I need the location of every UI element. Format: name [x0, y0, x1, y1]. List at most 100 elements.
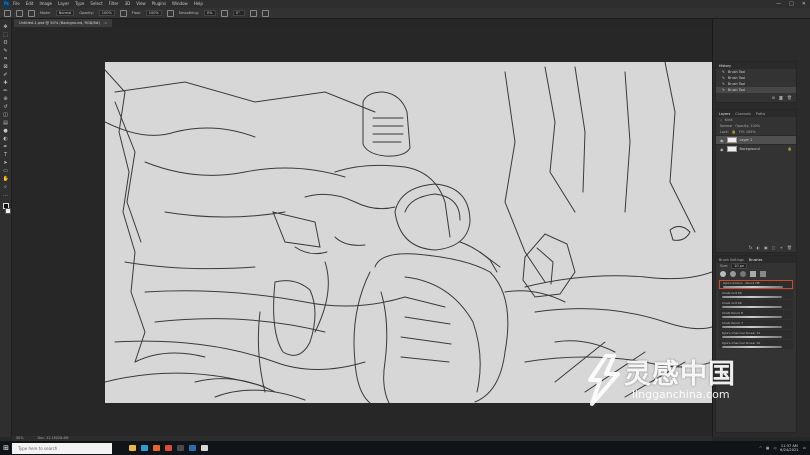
close-tab-icon[interactable]: × — [104, 19, 107, 27]
home-icon[interactable] — [4, 9, 11, 17]
tab-history[interactable]: History — [719, 64, 731, 68]
menu-image[interactable]: Image — [39, 0, 52, 8]
windows-start-icon[interactable]: ⊞ — [0, 441, 12, 455]
brush-preset[interactable]: Chalk Pencil 8 — [719, 310, 793, 319]
tab-layers[interactable]: Layers — [719, 112, 730, 116]
layer-row[interactable]: ◉ Background 🔒 — [716, 144, 796, 153]
group-icon[interactable]: ▢ — [772, 245, 776, 250]
pen-icon[interactable]: ✒ — [3, 144, 9, 150]
brush-preset[interactable]: Chalk Grit 60 — [719, 290, 793, 299]
fx-icon[interactable]: fx — [749, 245, 753, 250]
brush-preset[interactable]: Chalk Pencil 7 — [719, 320, 793, 329]
brush-preset[interactable]: Kyle's Charcoal Smear 12 — [719, 330, 793, 339]
blur-icon[interactable]: ● — [3, 128, 9, 134]
marquee-icon[interactable]: ⬚ — [3, 32, 9, 38]
brush-size-field[interactable]: 10 px — [731, 263, 747, 269]
obs-icon[interactable] — [174, 441, 186, 455]
eyedropper-icon[interactable]: ✐ — [3, 72, 9, 78]
brush-settings-icon[interactable] — [28, 9, 35, 17]
brush-tip-icon[interactable] — [720, 271, 726, 277]
maximize-button[interactable]: □ — [789, 0, 794, 8]
adjustment-layer-icon[interactable]: ◐ — [757, 245, 761, 250]
tab-brush-settings[interactable]: Brush Settings — [719, 258, 744, 262]
edge-icon[interactable] — [138, 441, 150, 455]
minimize-button[interactable]: — — [776, 0, 781, 8]
pressure-opacity-icon[interactable] — [119, 9, 127, 17]
menu-view[interactable]: View — [136, 0, 146, 8]
smoothing-field[interactable]: 0% — [203, 10, 216, 16]
hand-icon[interactable]: ✋ — [3, 176, 9, 182]
menu-window[interactable]: Window — [172, 0, 188, 8]
brush-tip-icon[interactable] — [750, 271, 756, 277]
path-select-icon[interactable]: ➤ — [3, 160, 9, 166]
tab-brushes[interactable]: Brushes — [749, 258, 763, 262]
blend-mode-select[interactable]: Normal — [720, 124, 732, 128]
menu-select[interactable]: Select — [90, 0, 102, 8]
menu-file[interactable]: File — [13, 0, 20, 8]
frame-icon[interactable]: ⊠ — [3, 64, 9, 70]
brush-icon[interactable]: ✏ — [3, 88, 9, 94]
smoothing-options-icon[interactable] — [220, 9, 228, 17]
menu-layer[interactable]: Layer — [58, 0, 69, 8]
lock-icon[interactable]: 🔒 — [732, 130, 736, 134]
menu-plugins[interactable]: Plugins — [152, 0, 166, 8]
pressure-size-icon[interactable] — [249, 9, 257, 17]
history-brush-icon[interactable]: ↺ — [3, 104, 9, 110]
clock[interactable]: 11:37 AM 6/24/2021 — [780, 444, 798, 453]
brush-tip-icon[interactable] — [740, 271, 746, 277]
brush-preset[interactable]: Kyle's Inkbox - Pencil HB — [719, 280, 793, 289]
menu-edit[interactable]: Edit — [26, 0, 34, 8]
canvas[interactable] — [105, 62, 712, 403]
mode-select[interactable]: Normal — [55, 10, 75, 16]
visibility-eye-icon[interactable]: ◉ — [720, 147, 724, 152]
tab-paths[interactable]: Paths — [756, 112, 765, 116]
visibility-eye-icon[interactable]: ◉ — [720, 138, 724, 143]
delete-layer-icon[interactable]: 🗑 — [787, 245, 792, 250]
brush-preset[interactable]: Chalk Grit 60 — [719, 300, 793, 309]
gradient-icon[interactable]: ▤ — [3, 120, 9, 126]
move-icon[interactable]: ✥ — [3, 24, 9, 30]
airbrush-icon[interactable] — [166, 9, 174, 17]
flow-field[interactable]: 100% — [145, 10, 162, 16]
file-explorer-icon[interactable] — [126, 441, 138, 455]
heal-icon[interactable]: ✚ — [3, 80, 9, 86]
more-icon[interactable]: … — [3, 192, 9, 198]
network-icon[interactable]: ▦ — [766, 446, 769, 450]
symmetry-icon[interactable] — [261, 9, 269, 17]
firefox-icon[interactable] — [150, 441, 162, 455]
menu-help[interactable]: Help — [194, 0, 203, 8]
shape-icon[interactable]: ▭ — [3, 168, 9, 174]
eraser-icon[interactable]: ◫ — [3, 112, 9, 118]
tray-chevron-icon[interactable]: ^ — [759, 446, 762, 450]
menu-type[interactable]: Type — [75, 0, 84, 8]
new-snapshot-icon[interactable]: ◙ — [779, 95, 783, 100]
layer-opacity[interactable]: Opacity: 100% — [735, 124, 760, 128]
taskbar-search-input[interactable]: Type here to search — [12, 442, 112, 454]
brush-tip-icon[interactable] — [730, 271, 736, 277]
dodge-icon[interactable]: ◐ — [3, 136, 9, 142]
brush-tip-icon[interactable] — [760, 271, 766, 277]
brush-preset[interactable]: Kyle's Charcoal Smear 16 — [719, 340, 793, 349]
notifications-icon[interactable]: ▭ — [803, 446, 806, 450]
delete-state-icon[interactable]: 🗑 — [787, 95, 792, 100]
volume-icon[interactable]: ◁ — [773, 446, 776, 450]
chrome-icon[interactable] — [162, 441, 174, 455]
new-document-from-state-icon[interactable]: ⊞ — [772, 95, 775, 100]
photoshop-icon[interactable] — [186, 441, 198, 455]
mask-icon[interactable]: ▣ — [764, 245, 768, 250]
quick-select-icon[interactable]: ✎ — [3, 48, 9, 54]
document-tab[interactable]: Untitled-1.psd @ 50% (Background, RGB/8#… — [14, 19, 113, 27]
brush-preset-icon[interactable] — [16, 9, 23, 17]
zoom-icon[interactable]: ⌕ — [3, 184, 9, 190]
layer-fill[interactable]: Fill: 100% — [739, 130, 755, 134]
clip-studio-icon[interactable] — [198, 441, 210, 455]
angle-field[interactable]: 0° — [232, 10, 245, 16]
stamp-icon[interactable]: ⊕ — [3, 96, 9, 102]
new-layer-icon[interactable]: + — [780, 245, 783, 250]
lasso-icon[interactable]: ʘ — [3, 40, 9, 46]
opacity-field[interactable]: 100% — [98, 10, 115, 16]
tab-channels[interactable]: Channels — [735, 112, 751, 116]
background-color-swatch[interactable] — [4, 208, 11, 214]
menu-filter[interactable]: Filter — [109, 0, 119, 8]
menu-3d[interactable]: 3D — [125, 0, 131, 8]
